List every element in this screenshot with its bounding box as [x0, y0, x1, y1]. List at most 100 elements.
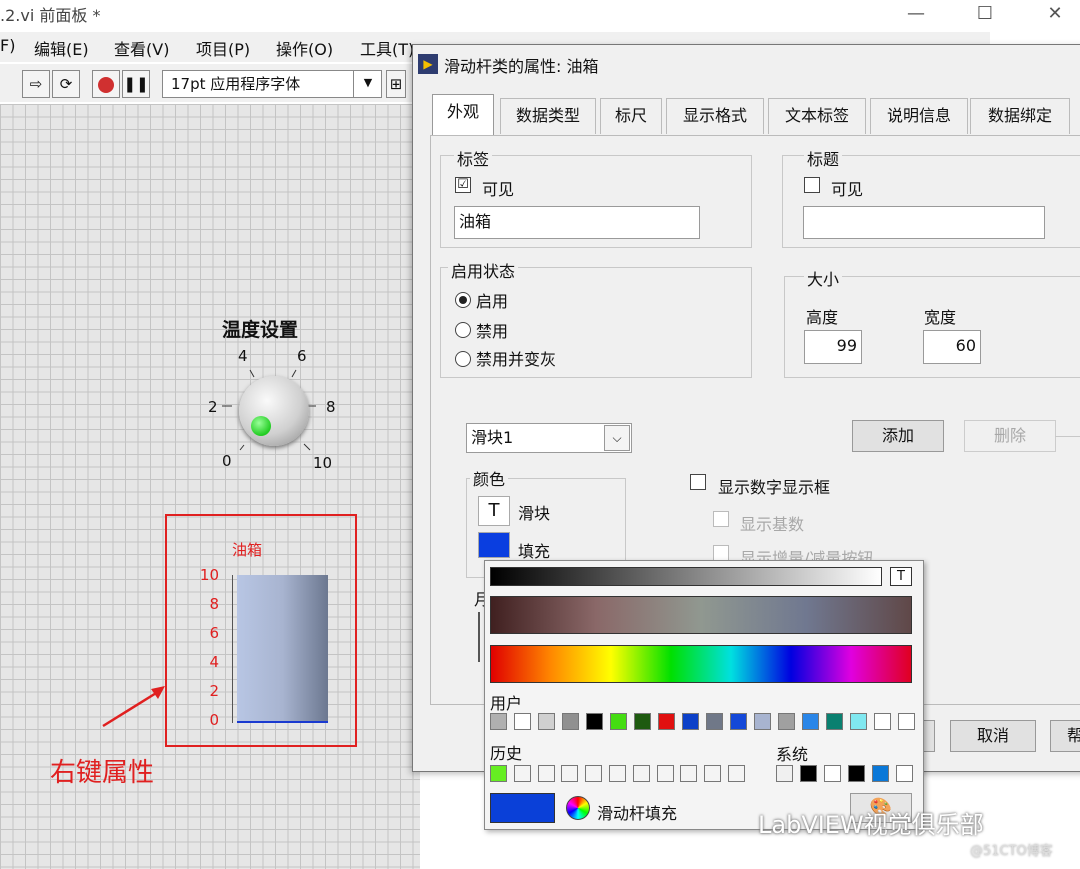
user-color-swatch[interactable]: [634, 713, 651, 730]
show-digital-display-checkbox[interactable]: [690, 474, 706, 490]
history-color-swatch[interactable]: [632, 765, 650, 782]
user-color-swatch[interactable]: [562, 713, 579, 730]
menu-project[interactable]: 项目(P): [196, 36, 250, 60]
history-color-swatch[interactable]: [585, 765, 603, 782]
cancel-button[interactable]: 取消: [950, 720, 1036, 752]
user-colors-row: [490, 713, 920, 733]
current-color-swatch: [490, 793, 555, 823]
run-continuous-icon[interactable]: ⟳: [52, 70, 80, 98]
system-color-swatch[interactable]: [896, 765, 913, 782]
tank-indicator[interactable]: [237, 575, 328, 723]
user-color-swatch[interactable]: [586, 713, 603, 730]
user-color-swatch[interactable]: [898, 713, 915, 730]
tab-documentation[interactable]: 说明信息: [870, 98, 968, 134]
height-input[interactable]: 99: [804, 330, 862, 364]
abort-icon[interactable]: [92, 70, 120, 98]
user-color-swatch[interactable]: [754, 713, 771, 730]
user-color-swatch[interactable]: [706, 713, 723, 730]
tank-tick-label: 4: [209, 653, 219, 671]
grayscale-bar[interactable]: [490, 567, 882, 586]
menu-file[interactable]: F): [0, 36, 15, 55]
label-visible-checkbox[interactable]: ☑: [455, 177, 471, 193]
history-color-swatch[interactable]: [680, 765, 698, 782]
menu-view[interactable]: 查看(V): [114, 36, 169, 60]
history-color-swatch[interactable]: [537, 765, 555, 782]
system-color-swatch[interactable]: [776, 765, 793, 782]
user-color-swatch[interactable]: [850, 713, 867, 730]
label-text-input[interactable]: 油箱: [454, 206, 700, 239]
history-color-swatch[interactable]: [656, 765, 674, 782]
enabled-radio[interactable]: [455, 292, 471, 308]
user-color-swatch[interactable]: [610, 713, 627, 730]
system-colors-label: 系统: [776, 745, 809, 764]
show-radix-checkbox[interactable]: [713, 511, 729, 527]
pause-icon[interactable]: ❚❚: [122, 70, 150, 98]
user-color-swatch[interactable]: [538, 713, 555, 730]
system-color-swatch[interactable]: [848, 765, 865, 782]
partial-control: [478, 612, 480, 662]
user-color-swatch[interactable]: [514, 713, 531, 730]
help-button[interactable]: 帮: [1050, 720, 1080, 752]
system-color-swatch[interactable]: [800, 765, 817, 782]
align-icon[interactable]: ⊞: [386, 70, 406, 98]
user-color-swatch[interactable]: [826, 713, 843, 730]
disabled-grayed-radio-label: 禁用并变灰: [476, 350, 557, 369]
history-color-swatch[interactable]: [513, 765, 531, 782]
maximize-button[interactable]: ☐: [955, 0, 1015, 32]
transparent-color-icon[interactable]: T: [890, 567, 912, 586]
history-color-swatch[interactable]: [561, 765, 579, 782]
add-button[interactable]: 添加: [852, 420, 944, 452]
chevron-down-icon[interactable]: ⌵: [604, 425, 630, 451]
show-incdec-checkbox[interactable]: [713, 545, 729, 561]
color-wheel-icon[interactable]: [566, 796, 590, 820]
disabled-grayed-radio[interactable]: [455, 351, 471, 367]
color-group-title: 颜色: [470, 466, 509, 490]
label-group-title: 标签: [454, 146, 493, 170]
user-color-swatch[interactable]: [658, 713, 675, 730]
tab-appearance[interactable]: 外观: [432, 94, 494, 136]
enable-state-title: 启用状态: [448, 258, 519, 282]
caption-visible-checkbox[interactable]: [804, 177, 820, 193]
height-label: 高度: [806, 308, 839, 327]
caption-text-input[interactable]: [803, 206, 1045, 239]
temperature-knob[interactable]: [239, 376, 309, 446]
menu-edit[interactable]: 编辑(E): [34, 36, 89, 60]
delete-button[interactable]: 删除: [964, 420, 1056, 452]
font-select-arrow-icon[interactable]: ▼: [353, 70, 382, 98]
disabled-radio[interactable]: [455, 322, 471, 338]
tab-data-binding[interactable]: 数据绑定: [970, 98, 1070, 134]
history-colors-row: [490, 765, 760, 785]
hue-color-bar[interactable]: [490, 645, 912, 683]
history-color-swatch[interactable]: [704, 765, 722, 782]
label-visible-text: 可见: [482, 180, 515, 199]
close-button[interactable]: ✕: [1025, 0, 1080, 32]
minimize-button[interactable]: —: [886, 0, 946, 32]
user-color-swatch[interactable]: [490, 713, 507, 730]
fill-color-swatch[interactable]: [478, 532, 510, 558]
tab-data-type[interactable]: 数据类型: [500, 98, 596, 134]
user-color-swatch[interactable]: [682, 713, 699, 730]
user-colors-label: 用户: [490, 694, 523, 713]
run-arrow-icon[interactable]: ⇨: [22, 70, 50, 98]
tab-scale[interactable]: 标尺: [600, 98, 662, 134]
window-title: .2.vi 前面板 *: [0, 6, 101, 25]
system-color-swatch[interactable]: [872, 765, 889, 782]
history-color-swatch[interactable]: [728, 765, 745, 782]
user-color-swatch[interactable]: [778, 713, 795, 730]
user-color-swatch[interactable]: [874, 713, 891, 730]
user-color-swatch[interactable]: [802, 713, 819, 730]
user-color-swatch[interactable]: [730, 713, 747, 730]
muted-color-bar[interactable]: [490, 596, 912, 634]
menu-operate[interactable]: 操作(O): [276, 36, 333, 60]
history-color-swatch[interactable]: [490, 765, 507, 782]
font-select[interactable]: 17pt 应用程序字体: [162, 70, 382, 98]
history-color-swatch[interactable]: [609, 765, 626, 782]
disabled-radio-label: 禁用: [476, 322, 509, 341]
tab-text-labels[interactable]: 文本标签: [768, 98, 866, 134]
tab-display-format[interactable]: 显示格式: [666, 98, 764, 134]
menu-tools[interactable]: 工具(T): [360, 36, 414, 60]
history-colors-label: 历史: [490, 744, 523, 763]
width-input[interactable]: 60: [923, 330, 981, 364]
slider-color-swatch[interactable]: T: [478, 496, 510, 526]
system-color-swatch[interactable]: [824, 765, 841, 782]
